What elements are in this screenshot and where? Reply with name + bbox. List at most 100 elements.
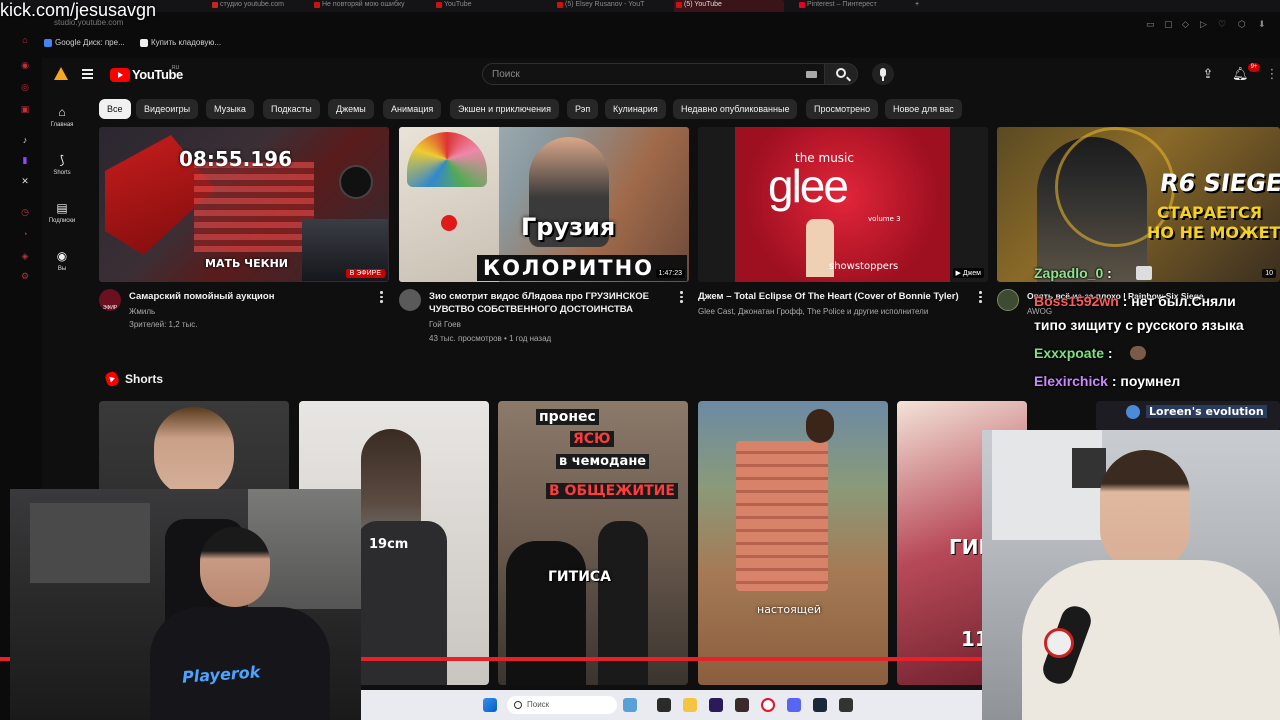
download-icon[interactable]: ⬇ xyxy=(1258,19,1266,30)
bookmark-item[interactable]: Купить кладовую... xyxy=(140,38,221,47)
browser-tab[interactable]: студио youtube.com xyxy=(210,0,310,12)
browser-tab-strip: студио youtube.com Не повторяй мою ошибк… xyxy=(0,0,1280,12)
camera-icon[interactable]: ▢ xyxy=(1164,19,1173,30)
video-thumbnail[interactable]: Грузия КОЛОРИТНО 1:47:23 xyxy=(399,127,689,282)
head-graphic xyxy=(1100,450,1190,570)
widgets-icon[interactable] xyxy=(623,698,637,712)
chip[interactable]: Подкасты xyxy=(263,99,320,119)
short-caption: 19cm xyxy=(369,537,409,552)
aria-icon[interactable]: ◉ xyxy=(20,60,30,70)
guide-item-subscriptions[interactable]: ▤ Подписки xyxy=(42,201,82,224)
channel-avatar[interactable]: ЭФИР xyxy=(99,289,121,311)
search-button[interactable] xyxy=(824,63,858,85)
extensions-icon[interactable]: ◈ xyxy=(20,251,30,261)
video-thumbnail[interactable]: the music glee volume 3 showstoppers ▶ Д… xyxy=(698,127,988,282)
video-title[interactable]: Джем – Total Eclipse Of The Heart (Cover… xyxy=(698,290,973,303)
play-icon[interactable]: ▷ xyxy=(1200,19,1207,30)
twitch-icon[interactable]: ▮ xyxy=(20,155,30,165)
x-icon[interactable]: ✕ xyxy=(20,176,30,186)
discord-icon[interactable] xyxy=(787,698,801,712)
chat-username: Exxxpoate xyxy=(1034,345,1105,361)
video-artists[interactable]: Glee Cast, Джонатан Грофф, The Police и … xyxy=(698,307,948,316)
voice-search-icon[interactable] xyxy=(872,63,894,85)
history-icon[interactable]: ◔ xyxy=(20,229,30,239)
start-icon[interactable] xyxy=(483,698,497,712)
browser-tab[interactable]: YouTube xyxy=(434,0,534,12)
extensions-icon[interactable]: ⬡ xyxy=(1238,19,1246,30)
guide-item-shorts[interactable]: ⟆ Shorts xyxy=(42,153,82,176)
youtube-guide: ⌂ Главная ⟆ Shorts ▤ Подписки ◉ Вы xyxy=(42,94,82,354)
app-icon[interactable] xyxy=(839,698,853,712)
instagram-icon[interactable]: ▣ xyxy=(20,104,30,114)
upload-icon[interactable]: ⇪ xyxy=(1200,66,1216,82)
channel-name[interactable]: Гой Гоев xyxy=(429,320,679,329)
tiktok-icon[interactable]: ♪ xyxy=(20,135,30,145)
video-meta: 43 тыс. просмотров • 1 год назад xyxy=(429,334,552,343)
more-options-icon[interactable] xyxy=(380,291,383,305)
opera-icon[interactable] xyxy=(761,698,775,712)
settings-icon[interactable]: ⚙ xyxy=(20,271,30,281)
channel-avatar[interactable] xyxy=(399,289,421,311)
you-icon: ◉ xyxy=(56,249,68,263)
taskbar-search[interactable]: Поиск xyxy=(507,696,617,714)
thumbnail-text: СТАРАЕТСЯ xyxy=(1157,203,1263,222)
video-thumbnail[interactable]: 08:55.196 МАТЬ ЧЕКНИ В ЭФИРЕ xyxy=(99,127,389,282)
tab-favicon-icon xyxy=(212,2,218,8)
chip[interactable]: Видеоигры xyxy=(136,99,199,119)
heart-icon[interactable]: ♡ xyxy=(1218,19,1226,30)
channel-avatar[interactable] xyxy=(997,289,1019,311)
chip[interactable]: Экшен и приключения xyxy=(450,99,559,119)
chip[interactable]: Музыка xyxy=(206,99,254,119)
more-options-icon[interactable] xyxy=(979,291,982,305)
browser-tab[interactable]: Pinterest – Пинтерест xyxy=(797,0,907,12)
chip[interactable]: Новое для вас xyxy=(885,99,962,119)
browser-tab-active[interactable]: (5) YouTube xyxy=(674,0,784,12)
pin-icon[interactable]: ▭ xyxy=(1146,19,1155,30)
chip[interactable]: Кулинария xyxy=(605,99,666,119)
head-graphic xyxy=(200,527,270,607)
chip[interactable]: Анимация xyxy=(383,99,442,119)
search-input[interactable]: Поиск xyxy=(482,63,826,85)
album-title: glee xyxy=(768,160,849,212)
video-title[interactable]: Самарский помойный аукцион xyxy=(129,290,374,303)
channel-name[interactable]: Жмиль xyxy=(129,307,379,316)
video-meta: Зрителей: 1,2 тыс. xyxy=(129,320,198,329)
chip[interactable]: Джемы xyxy=(328,99,374,119)
warning-icon[interactable] xyxy=(54,67,68,80)
clock-icon[interactable]: ◷ xyxy=(20,207,30,217)
menu-icon[interactable] xyxy=(82,69,93,81)
premiere-icon[interactable] xyxy=(709,698,723,712)
notifications-icon[interactable]: 🔔︎ xyxy=(1232,66,1249,82)
new-tab-button[interactable]: + xyxy=(915,0,927,12)
guide-item-you[interactable]: ◉ Вы xyxy=(42,249,82,272)
app-icon[interactable] xyxy=(735,698,749,712)
short-card[interactable]: Loreen's evolution xyxy=(1096,401,1280,431)
file-explorer-icon[interactable] xyxy=(683,698,697,712)
messenger-icon[interactable]: ◎ xyxy=(20,82,30,92)
chip[interactable]: Рэп xyxy=(567,99,599,119)
emote-icon xyxy=(1130,346,1146,360)
tab-favicon-icon xyxy=(557,2,563,8)
keyboard-icon[interactable] xyxy=(806,71,817,78)
guide-item-home[interactable]: ⌂ Главная xyxy=(42,105,82,128)
short-card[interactable]: пронес ЯСЮ в чемодане В ОБЩЕЖИТИЕ ГИТИСА xyxy=(498,401,688,685)
video-thumbnail[interactable]: R6 SIEGE СТАРАЕТСЯ НО НЕ МОЖЕТ 10 xyxy=(997,127,1280,282)
person-graphic xyxy=(506,541,586,685)
shield-icon[interactable]: ◇ xyxy=(1182,19,1189,30)
short-caption: В ОБЩЕЖИТИЕ xyxy=(546,483,678,499)
more-icon[interactable]: ⋮ xyxy=(1264,66,1280,82)
short-card[interactable]: настоящей xyxy=(698,401,888,685)
chip[interactable]: Просмотрено xyxy=(806,99,879,119)
steam-icon[interactable] xyxy=(813,698,827,712)
browser-tab[interactable]: (5) Elsey Rusanov - YouT xyxy=(555,0,665,12)
bookmark-item[interactable]: Google Диск: пре... xyxy=(44,38,125,47)
chip-all[interactable]: Все xyxy=(99,99,131,119)
home-icon[interactable]: ⌂ xyxy=(20,35,30,45)
badge-graphic xyxy=(1126,405,1140,419)
video-title[interactable]: Зио смотрит видос бЛядова про ГРУЗИНСКОЕ… xyxy=(429,290,674,316)
more-options-icon[interactable] xyxy=(680,291,683,305)
thumbnail-text: НО НЕ МОЖЕТ xyxy=(1147,223,1280,242)
browser-tab[interactable]: Не повторяй мою ошибку xyxy=(312,0,422,12)
task-view-icon[interactable] xyxy=(657,698,671,712)
chip[interactable]: Недавно опубликованные xyxy=(673,99,798,119)
